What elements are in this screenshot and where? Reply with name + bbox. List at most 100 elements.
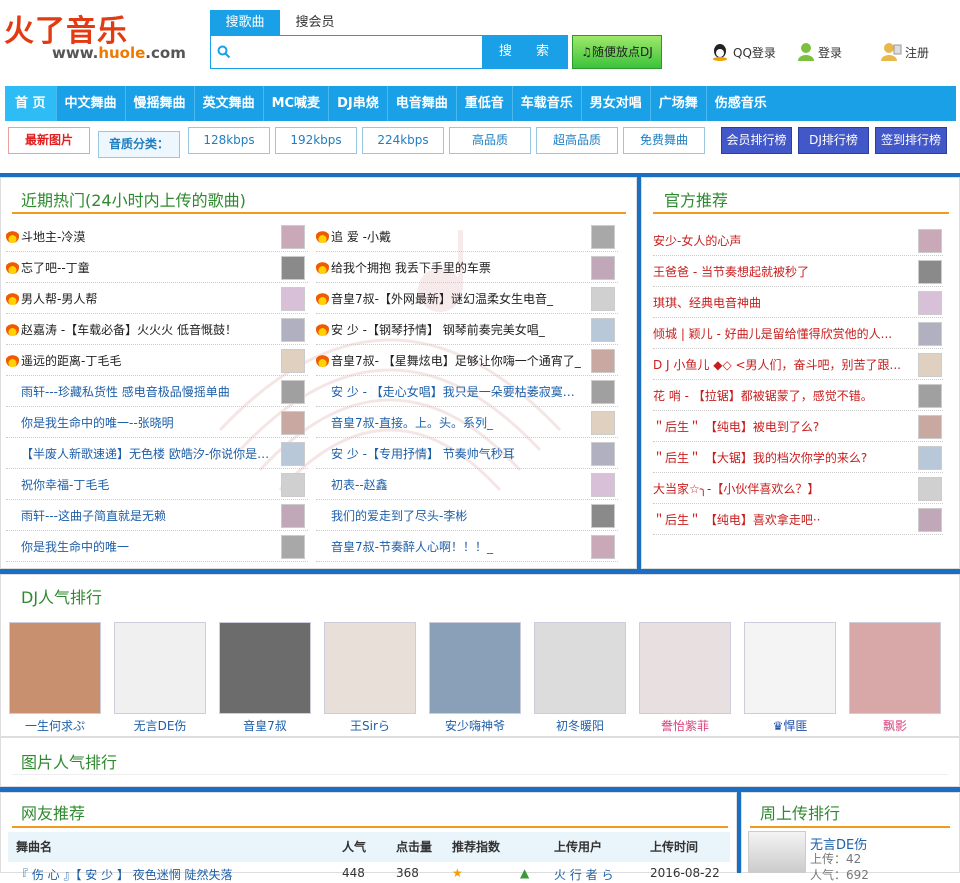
hot-song-link[interactable]: 安 少 -【钢琴抒情】 钢琴前奏完美女唱_ xyxy=(316,321,581,338)
hot-song-link[interactable]: 雨轩---这曲子简直就是无赖 xyxy=(21,507,271,524)
uploader-avatar[interactable] xyxy=(281,442,305,466)
dj-avatar[interactable] xyxy=(114,622,206,714)
quality-super[interactable]: 超高品质 xyxy=(536,127,618,154)
official-song-link[interactable]: D J 小鱼儿 ◆◇ <男人们，奋斗吧，别苦了跟... xyxy=(653,356,911,373)
dj-avatar[interactable] xyxy=(9,622,101,714)
uploader-avatar[interactable] xyxy=(918,446,942,470)
hot-song-link[interactable]: 我们的爱走到了尽头-李彬 xyxy=(331,507,581,524)
uploader-avatar[interactable] xyxy=(591,504,615,528)
quality-192[interactable]: 192kbps xyxy=(275,127,357,154)
uploader-avatar[interactable] xyxy=(591,411,615,435)
uploader-avatar[interactable] xyxy=(281,535,305,559)
uploader-avatar[interactable] xyxy=(591,225,615,249)
official-row[interactable]: 琪琪、经典电音神曲 xyxy=(653,287,943,318)
dj-name[interactable]: ♛悍匪 xyxy=(744,717,836,734)
nav-item[interactable]: DJ串烧 xyxy=(328,86,387,121)
nav-item[interactable]: MC喊麦 xyxy=(262,86,328,121)
official-song-link[interactable]: 花 哨 - 【拉锯】都被锯蒙了，感觉不错。 xyxy=(653,387,911,404)
dj-card[interactable]: ♛悍匪 xyxy=(744,622,836,734)
hot-row[interactable]: 【半废人新歌速递】无色楼 欧皓汐-你说你是真... xyxy=(6,438,308,469)
official-song-link[interactable]: 琪琪、经典电音神曲 xyxy=(653,294,911,311)
uploader-avatar[interactable] xyxy=(591,287,615,311)
random-dj-button[interactable]: ♫随便放点DJ xyxy=(572,35,662,69)
friends-row-song[interactable]: 『 伤 心 』【 安 少 】 夜色迷惘 陡然失落 xyxy=(16,866,233,883)
dj-avatar[interactable] xyxy=(744,622,836,714)
dj-card[interactable]: 无言DE伤 xyxy=(114,622,206,734)
dj-rank-button[interactable]: DJ排行榜 xyxy=(798,127,869,154)
official-row[interactable]: ＂后生＂ 【大锯】我的档次你学的来么? xyxy=(653,442,943,473)
hot-song-link[interactable]: 雨轩---珍藏私货性 感电音极品慢摇单曲 xyxy=(21,383,271,400)
nav-item[interactable]: 慢摇舞曲 xyxy=(124,86,194,121)
hot-song-link[interactable]: 音皇7叔-【外网最新】谜幻温柔女生电音_ xyxy=(316,290,581,307)
nav-item[interactable]: 伤感音乐 xyxy=(705,86,775,121)
nav-item[interactable]: 英文舞曲 xyxy=(193,86,263,121)
uploader-avatar[interactable] xyxy=(918,291,942,315)
uploader-avatar[interactable] xyxy=(281,225,305,249)
hot-song-link[interactable]: 安 少 - 【走心女唱】我只是一朵要枯萎寂寞的... xyxy=(331,383,581,400)
nav-home[interactable]: 首 页 xyxy=(5,86,56,121)
official-row[interactable]: D J 小鱼儿 ◆◇ <男人们，奋斗吧，别苦了跟... xyxy=(653,349,943,380)
quality-128[interactable]: 128kbps xyxy=(188,127,270,154)
dj-card[interactable]: 王Sirら xyxy=(324,622,416,734)
official-row[interactable]: 王爸爸 - 当节奏想起就被秒了 xyxy=(653,256,943,287)
hot-row[interactable]: 初表--赵鑫 xyxy=(316,469,618,500)
official-song-link[interactable]: ＂后生＂ 【大锯】我的档次你学的来么? xyxy=(653,449,911,466)
hot-song-link[interactable]: 安 少 -【专用抒情】 节奏帅气秒耳 xyxy=(331,445,581,462)
uploader-avatar[interactable] xyxy=(281,318,305,342)
hot-song-link[interactable]: 你是我生命中的唯一 xyxy=(21,538,271,555)
hot-song-link[interactable]: 赵嘉涛 -【车载必备】火火火 低音慨鼓！ xyxy=(6,321,271,338)
official-song-link[interactable]: ＂后生＂ 【纯电】喜欢拿走吧·· xyxy=(653,511,911,528)
login-link[interactable]: 登录 xyxy=(797,42,842,62)
hot-song-link[interactable]: 【半废人新歌速递】无色楼 欧皓汐-你说你是真... xyxy=(21,445,271,462)
hot-song-link[interactable]: 祝你幸福-丁毛毛 xyxy=(21,476,271,493)
nav-item[interactable]: 重低音 xyxy=(455,86,512,121)
hot-row[interactable]: 男人帮-男人帮 xyxy=(6,283,308,314)
nav-item[interactable]: 车载音乐 xyxy=(511,86,581,121)
hot-row[interactable]: 雨轩---珍藏私货性 感电音极品慢摇单曲 xyxy=(6,376,308,407)
dj-name[interactable]: 王Sirら xyxy=(324,717,416,734)
official-row[interactable]: ＂后生＂ 【纯电】被电到了么? xyxy=(653,411,943,442)
dj-card[interactable]: 飘影 xyxy=(849,622,941,734)
hot-song-link[interactable]: 音皇7叔- 【星舞炫电】足够让你嗨一个通宵了_ xyxy=(316,352,581,369)
official-song-link[interactable]: 王爸爸 - 当节奏想起就被秒了 xyxy=(653,263,911,280)
dj-card[interactable]: 安少嗨神爷 xyxy=(429,622,521,734)
uploader-avatar[interactable] xyxy=(918,415,942,439)
official-song-link[interactable]: ＂后生＂ 【纯电】被电到了么? xyxy=(653,418,911,435)
official-row[interactable]: 安少-女人的心声 xyxy=(653,225,943,256)
uploader-avatar[interactable] xyxy=(918,508,942,532)
hot-row[interactable]: 忘了吧--丁童 xyxy=(6,252,308,283)
uploader-avatar[interactable] xyxy=(591,442,615,466)
hot-row[interactable]: 你是我生命中的唯一--张晓明 xyxy=(6,407,308,438)
nav-item[interactable]: 广场舞 xyxy=(649,86,706,121)
hot-song-link[interactable]: 忘了吧--丁童 xyxy=(6,259,271,276)
weekly-avatar[interactable] xyxy=(748,831,806,873)
hot-row[interactable]: 安 少 -【钢琴抒情】 钢琴前奏完美女唱_ xyxy=(316,314,618,345)
friends-row-user[interactable]: 火 行 者 ら xyxy=(554,866,613,883)
hot-song-link[interactable]: 遥远的距离-丁毛毛 xyxy=(6,352,271,369)
nav-item[interactable]: 电音舞曲 xyxy=(386,86,456,121)
hot-row[interactable]: 音皇7叔-【外网最新】谜幻温柔女生电音_ xyxy=(316,283,618,314)
hot-row[interactable]: 祝你幸福-丁毛毛 xyxy=(6,469,308,500)
nav-item[interactable]: 中文舞曲 xyxy=(55,86,125,121)
nav-item[interactable]: 男女对唱 xyxy=(580,86,650,121)
uploader-avatar[interactable] xyxy=(591,535,615,559)
uploader-avatar[interactable] xyxy=(281,287,305,311)
hot-song-link[interactable]: 你是我生命中的唯一--张晓明 xyxy=(21,414,271,431)
hot-row[interactable]: 斗地主-冷漠 xyxy=(6,221,308,252)
hot-song-link[interactable]: 男人帮-男人帮 xyxy=(6,290,271,307)
dj-avatar[interactable] xyxy=(534,622,626,714)
hot-song-link[interactable]: 音皇7叔-节奏醉人心啊！！！_ xyxy=(331,538,581,555)
uploader-avatar[interactable] xyxy=(918,384,942,408)
hot-row[interactable]: 音皇7叔- 【星舞炫电】足够让你嗨一个通宵了_ xyxy=(316,345,618,376)
dj-card[interactable]: 一生何求ぷ xyxy=(9,622,101,734)
official-row[interactable]: ＂后生＂ 【纯电】喜欢拿走吧·· xyxy=(653,504,943,535)
hot-song-link[interactable]: 音皇7叔-直接。上。头。系列_ xyxy=(331,414,581,431)
dj-avatar[interactable] xyxy=(219,622,311,714)
hot-row[interactable]: 我们的爱走到了尽头-李彬 xyxy=(316,500,618,531)
hot-song-link[interactable]: 给我个拥抱 我丢下手里的车票 xyxy=(316,259,581,276)
search-button[interactable]: 搜 索 xyxy=(482,35,568,69)
dj-name[interactable]: 飘影 xyxy=(849,717,941,734)
checkin-rank-button[interactable]: 签到排行榜 xyxy=(875,127,947,154)
uploader-avatar[interactable] xyxy=(591,318,615,342)
uploader-avatar[interactable] xyxy=(918,353,942,377)
